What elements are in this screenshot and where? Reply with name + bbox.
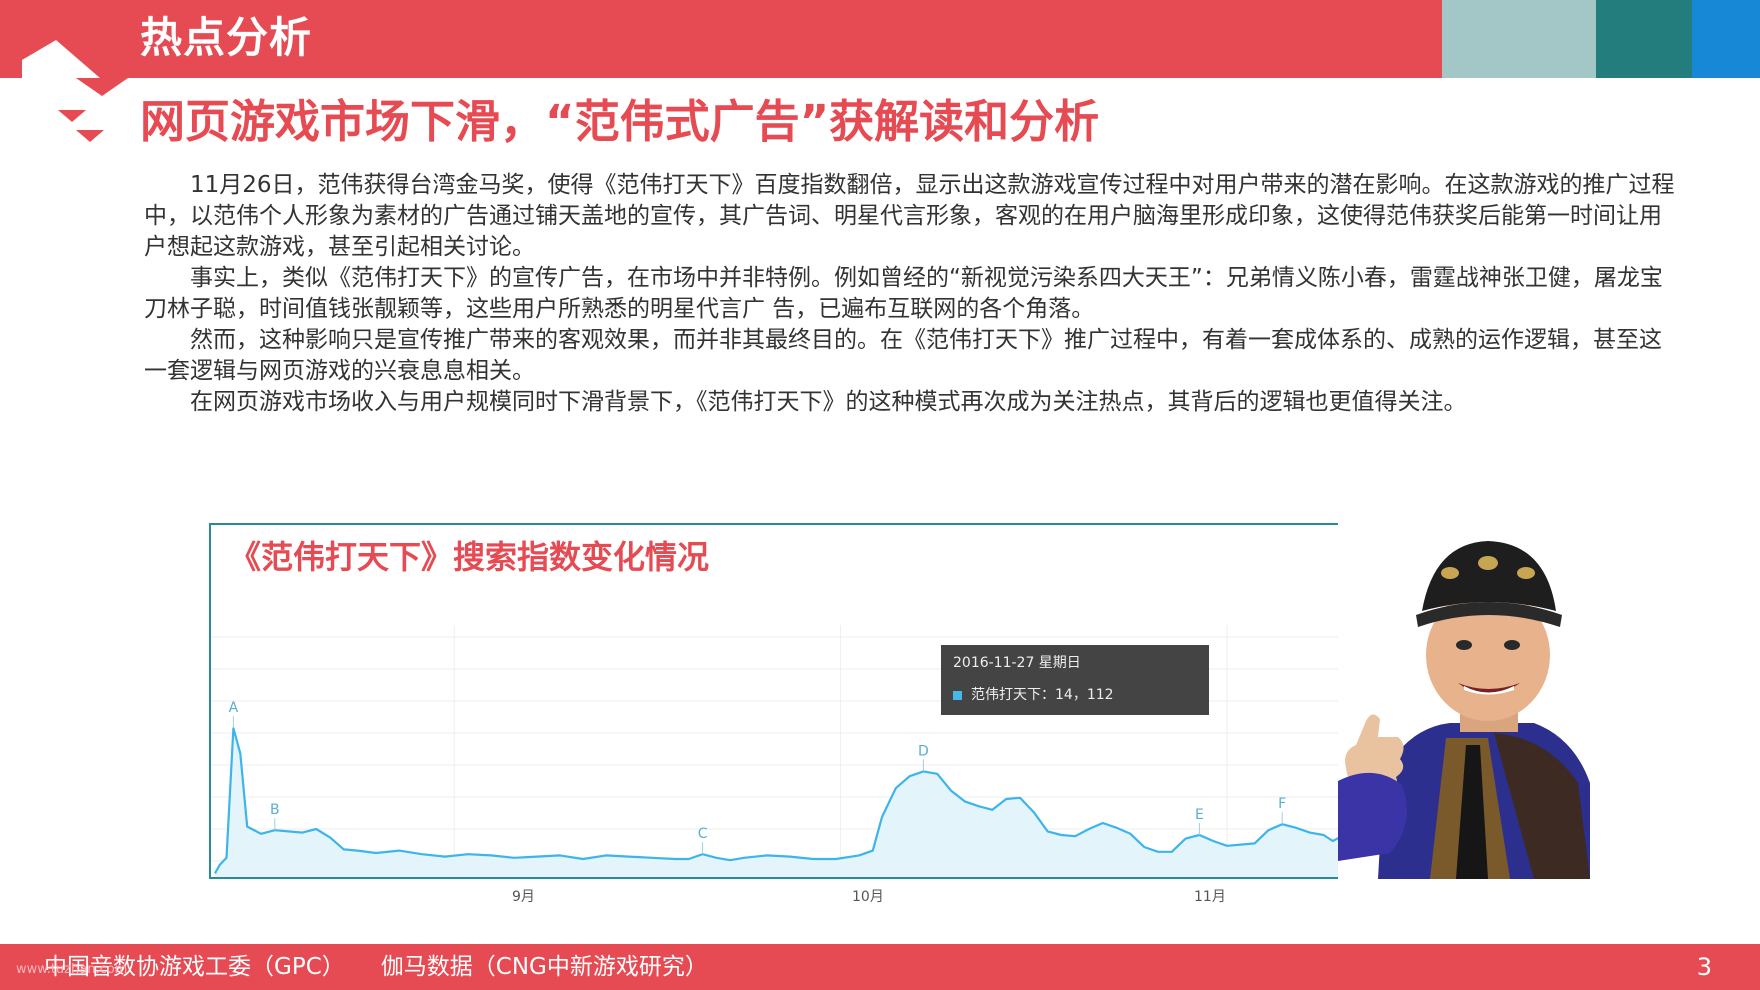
- spokesperson-photo: [1338, 523, 1590, 879]
- x-tick-label: 10月: [852, 889, 884, 905]
- paragraph-3: 然而，这种影响只是宣传推广带来的客观效果，而并非其最终目的。在《范伟打天下》推广…: [144, 327, 1662, 384]
- annotation-label: C: [698, 826, 708, 842]
- watermark: www.tuzhan.com: [16, 962, 128, 977]
- footer-org-cng: 伽马数据（CNG中新游戏研究）: [380, 954, 708, 980]
- annotation-label: E: [1195, 807, 1204, 823]
- x-tick-label: 11月: [1194, 889, 1226, 905]
- tooltip-value: 范伟打天下：14，112: [971, 687, 1114, 703]
- tooltip-series-marker: [953, 691, 962, 700]
- header-stripe-blue: [1692, 0, 1760, 78]
- headline-marker-icon: [58, 110, 104, 142]
- page-number: 3: [1696, 953, 1712, 981]
- headline: 网页游戏市场下滑，“范伟式广告”获解读和分析: [140, 95, 1100, 148]
- header-stripe-teal: [1596, 0, 1692, 78]
- chart-tooltip: 2016-11-27 星期日 范伟打天下：14，112: [941, 645, 1209, 715]
- x-tick-label: 9月: [512, 889, 535, 905]
- footer-sources: 中国音数协游戏工委（GPC） 伽马数据（CNG中新游戏研究）: [44, 952, 744, 982]
- header-corner-decoration: [22, 40, 130, 96]
- annotation-label: F: [1278, 796, 1286, 812]
- annotation-label: B: [270, 802, 280, 818]
- paragraph-4: 在网页游戏市场收入与用户规模同时下滑背景下，《范伟打天下》的这种模式再次成为关注…: [190, 389, 1467, 415]
- header-stripe-light: [1442, 0, 1596, 78]
- paragraph-1: 11月26日，范伟获得台湾金马奖，使得《范伟打天下》百度指数翻倍，显示出这款游戏…: [144, 172, 1675, 260]
- footer-bar: 中国音数协游戏工委（GPC） 伽马数据（CNG中新游戏研究） 3: [0, 944, 1760, 990]
- page-section-title: 热点分析: [140, 13, 313, 62]
- tooltip-date: 2016-11-27 星期日: [953, 655, 1081, 671]
- chart-title: 《范伟打天下》搜索指数变化情况: [229, 538, 710, 576]
- annotation-label: D: [918, 743, 929, 759]
- annotation-label: A: [229, 700, 239, 716]
- article-body: 11月26日，范伟获得台湾金马奖，使得《范伟打天下》百度指数翻倍，显示出这款游戏…: [144, 170, 1684, 418]
- paragraph-2: 事实上，类似《范伟打天下》的宣传广告，在市场中并非特例。例如曾经的“新视觉污染系…: [144, 265, 1663, 322]
